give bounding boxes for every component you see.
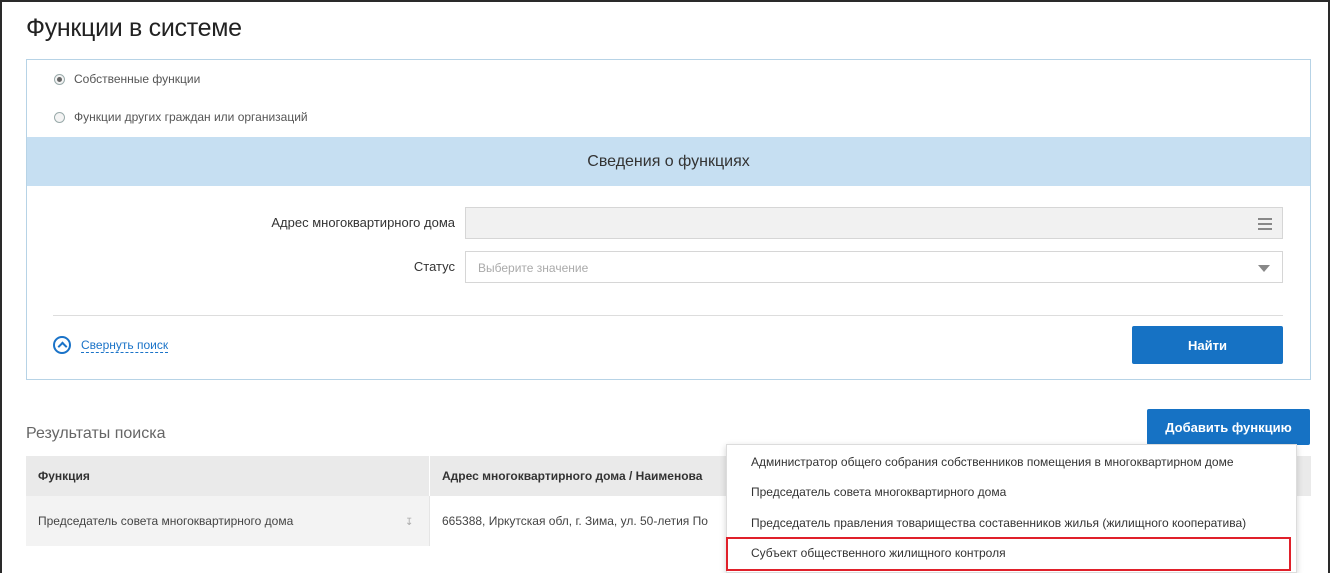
status-select[interactable]: Выберите значение bbox=[465, 251, 1283, 283]
table-cell-function: Председатель совета многоквартирного дом… bbox=[26, 496, 429, 546]
menu-item-admin[interactable]: Администратор общего собрания собственни… bbox=[751, 455, 1234, 469]
section-header: Сведения о функциях bbox=[27, 137, 1310, 186]
menu-item-chairman-board[interactable]: Председатель правления товарищества сост… bbox=[751, 516, 1246, 530]
results-title: Результаты поиска bbox=[26, 425, 166, 442]
list-menu-icon[interactable] bbox=[1258, 218, 1272, 230]
divider bbox=[53, 315, 1283, 316]
highlight-frame bbox=[726, 537, 1291, 571]
double-chevron-down-icon[interactable]: ↧ bbox=[405, 517, 413, 528]
search-panel: Собственные функции Функции других гражд… bbox=[26, 59, 1311, 380]
column-header-function[interactable]: Функция bbox=[26, 456, 429, 496]
radio-checked-icon[interactable] bbox=[54, 73, 65, 85]
page-title: Функции в системе bbox=[26, 14, 242, 42]
add-function-button[interactable]: Добавить функцию bbox=[1147, 409, 1310, 445]
radio-own-label: Собственные функции bbox=[74, 72, 201, 86]
find-button[interactable]: Найти bbox=[1132, 326, 1283, 364]
address-input[interactable] bbox=[465, 207, 1283, 239]
table-cell-address: 665388, Иркутская обл, г. Зима, ул. 50-л… bbox=[429, 496, 729, 546]
collapse-search-link[interactable]: Свернуть поиск bbox=[81, 338, 169, 353]
chevron-down-icon[interactable] bbox=[1258, 265, 1270, 272]
radio-other-functions[interactable]: Функции других граждан или организаций bbox=[54, 110, 308, 124]
address-label: Адрес многоквартирного дома bbox=[271, 215, 455, 230]
status-label: Статус bbox=[413, 259, 455, 274]
status-placeholder: Выберите значение bbox=[478, 261, 589, 275]
collapse-search[interactable]: Свернуть поиск bbox=[53, 336, 169, 354]
radio-own-functions[interactable]: Собственные функции bbox=[54, 72, 200, 86]
chevron-up-circle-icon[interactable] bbox=[53, 336, 71, 354]
radio-unchecked-icon[interactable] bbox=[54, 111, 65, 123]
menu-item-chairman-council[interactable]: Председатель совета многоквартирного дом… bbox=[751, 485, 1006, 499]
radio-other-label: Функции других граждан или организаций bbox=[74, 110, 308, 124]
